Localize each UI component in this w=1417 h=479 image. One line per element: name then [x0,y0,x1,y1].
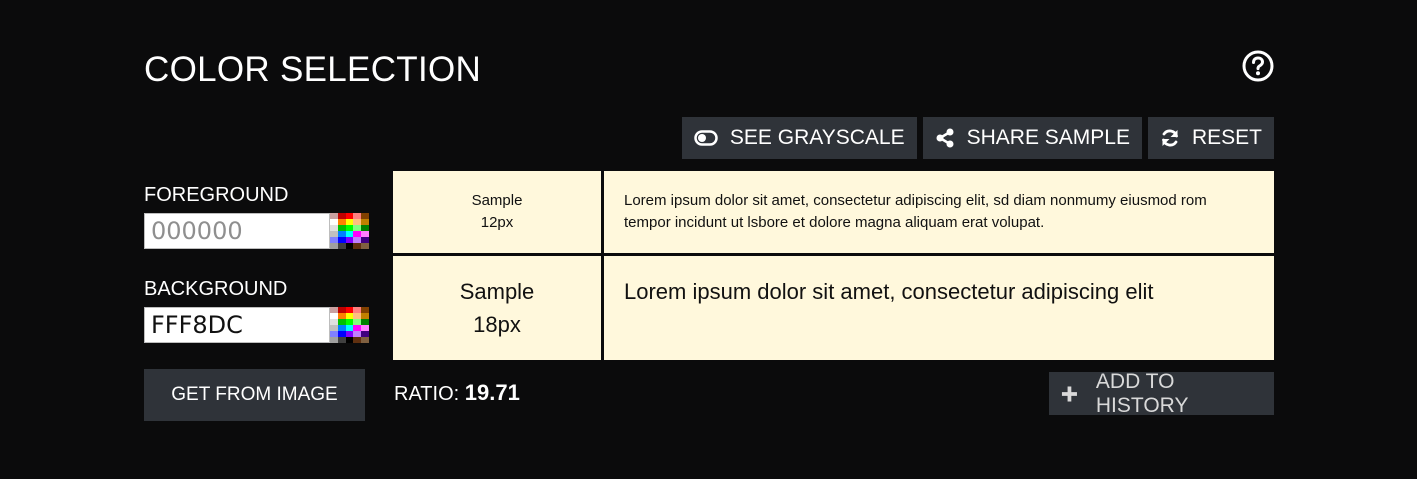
toggle-icon [694,130,718,146]
background-palette-button[interactable] [330,307,369,343]
color-contrast-tool: COLOR SELECTION SEE GRAYSCALE SHARE SAMP [0,0,1417,479]
share-sample-label: SHARE SAMPLE [966,126,1130,149]
contrast-ratio-value: 19.71 [464,380,520,405]
see-grayscale-label: SEE GRAYSCALE [729,126,905,149]
palette-swatch [337,243,346,249]
foreground-label: FOREGROUND [144,184,289,206]
page-title: COLOR SELECTION [144,50,482,89]
background-input[interactable] [144,307,330,343]
foreground-field [144,213,369,249]
share-sample-button[interactable]: SHARE SAMPLE [922,117,1142,159]
get-from-image-button[interactable]: GET FROM IMAGE [144,369,365,421]
foreground-palette-button[interactable] [330,213,369,249]
palette-swatch [353,243,362,249]
contrast-ratio: RATIO: 19.71 [394,379,520,408]
sample-12px-label-line1: Sample [471,192,523,209]
palette-swatch [345,243,354,249]
palette-swatch [345,337,354,343]
add-to-history-button[interactable]: ADD TO HISTORY [1049,369,1274,417]
question-circle-icon [1242,50,1274,82]
background-field [144,307,369,343]
palette-swatch [353,337,362,343]
see-grayscale-button[interactable]: SEE GRAYSCALE [681,117,917,159]
contrast-sample-grid: Sample 12px Lorem ipsum dolor sit amet, … [393,171,1274,360]
palette-swatch [361,337,369,343]
reset-label: RESET [1191,126,1262,149]
add-to-history-label: ADD TO HISTORY [1095,369,1189,417]
help-button[interactable] [1242,50,1274,82]
palette-swatch [361,243,369,249]
sample-12px-label: Sample 12px [393,171,601,253]
contrast-ratio-label: RATIO: [394,383,460,405]
share-icon [936,128,954,148]
background-label: BACKGROUND [144,278,288,300]
sample-18px-label-line1: Sample [459,279,535,304]
sample-18px-label-line2: 18px [473,312,521,337]
reset-button[interactable]: RESET [1147,117,1274,159]
palette-swatch [337,337,346,343]
palette-swatch [330,337,338,343]
sample-toolbar: SEE GRAYSCALE SHARE SAMPLE RESET [681,117,1274,159]
refresh-icon [1162,129,1178,147]
foreground-input[interactable] [144,213,330,249]
sample-18px-text: Lorem ipsum dolor sit amet, consectetur … [604,256,1274,360]
plus-icon [1061,385,1077,402]
sample-12px-label-line2: 12px [480,214,514,231]
sample-12px-text: Lorem ipsum dolor sit amet, consectetur … [604,171,1274,253]
sample-18px-label: Sample 18px [393,256,601,360]
palette-swatch [330,243,338,249]
